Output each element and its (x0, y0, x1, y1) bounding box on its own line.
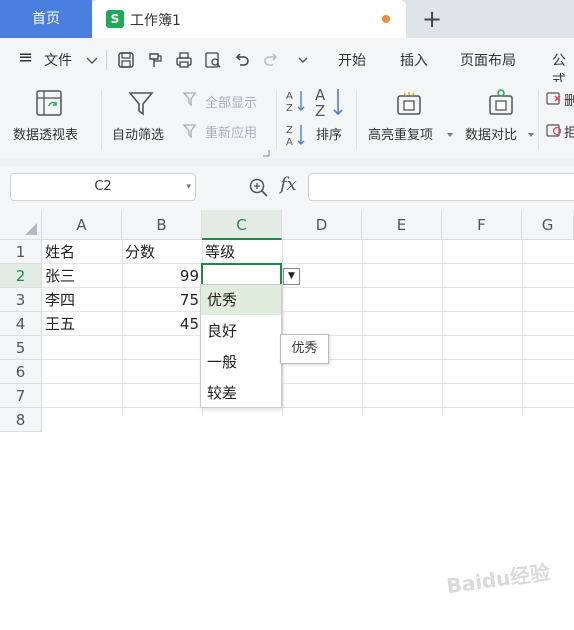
zoom-icon[interactable] (248, 177, 270, 199)
menu-divider (106, 50, 107, 70)
select-all-corner[interactable] (0, 210, 42, 240)
column-header-a[interactable]: A (42, 210, 122, 240)
column-header-d[interactable]: D (282, 210, 362, 240)
title-bar: 首页 S 工作簿1 + (0, 0, 574, 38)
data-compare-button[interactable]: 数据对比 (465, 124, 517, 143)
dropdown-option-good[interactable]: 良好 (201, 316, 281, 346)
show-all-button: 全部显示 (205, 96, 258, 111)
redo-icon[interactable] (261, 50, 281, 70)
tab-page-layout[interactable]: 页面布局 (460, 50, 516, 70)
filter-icon[interactable] (126, 88, 156, 122)
autofilter-button[interactable]: 自动筛选 (112, 124, 164, 143)
file-menu[interactable]: 文件 (44, 50, 72, 70)
menu-bar: ≡ 文件 开始 插入 页面布局 公式 (0, 38, 574, 89)
cell-b1[interactable]: 分数 (122, 240, 202, 264)
pivot-table-button[interactable]: 数据透视表 (13, 124, 78, 143)
reject-duplicates-icon[interactable] (546, 122, 562, 142)
reapply-icon (182, 122, 200, 144)
svg-text:Z: Z (286, 125, 293, 136)
customize-toolbar-icon[interactable] (293, 50, 313, 70)
tab-start[interactable]: 开始 (338, 50, 366, 70)
hover-tooltip: 优秀 (280, 334, 329, 364)
row-header-4[interactable]: 4 (0, 312, 42, 336)
chevron-down-icon[interactable] (82, 50, 102, 70)
cell-b3[interactable]: 75 (122, 288, 202, 312)
row-header-5[interactable]: 5 (0, 336, 42, 360)
sort-ascending-icon[interactable]: AZ (286, 88, 306, 118)
name-box[interactable]: C2 ▾ (10, 173, 196, 201)
pivot-table-icon[interactable] (34, 88, 64, 122)
row-header-2[interactable]: 2 (0, 264, 42, 288)
row-header-6[interactable]: 6 (0, 360, 42, 384)
data-compare-icon[interactable] (486, 88, 516, 122)
spreadsheet-icon: S (106, 10, 124, 28)
ribbon-divider (101, 90, 102, 150)
sort-icon[interactable]: AZ (314, 86, 346, 122)
highlight-duplicates-button[interactable]: 高亮重复项 (368, 124, 433, 143)
spreadsheet-grid: A B C D E F G 1 2 3 4 5 6 7 8 姓名 分数 等级 张… (0, 210, 574, 598)
undo-icon[interactable] (232, 50, 252, 70)
column-header-c[interactable]: C (202, 210, 282, 240)
dropdown-option-poor[interactable]: 较差 (201, 378, 281, 408)
ribbon-gap (0, 158, 574, 166)
cell-a4[interactable]: 王五 (42, 312, 122, 336)
cell-a3[interactable]: 李四 (42, 288, 122, 312)
svg-text:A: A (286, 91, 293, 102)
show-all-icon (182, 90, 200, 112)
reject-duplicates-button[interactable]: 拒 (564, 122, 574, 141)
dropdown-option-average[interactable]: 一般 (201, 347, 281, 377)
formula-bar: C2 ▾ fx (0, 166, 574, 210)
tab-workbook[interactable]: S 工作簿1 (92, 0, 406, 38)
print-icon[interactable] (174, 50, 194, 70)
ribbon-divider (538, 90, 539, 150)
format-painter-icon[interactable] (145, 50, 165, 70)
unsaved-indicator (382, 15, 390, 23)
ribbon-data: 数据透视表 自动筛选 全部显示 重新应用 AZ ZA AZ 排序 高亮重复项 数… (0, 82, 574, 158)
tab-insert[interactable]: 插入 (400, 50, 428, 70)
cell-c1[interactable]: 等级 (202, 240, 282, 264)
column-header-e[interactable]: E (362, 210, 442, 240)
dropdown-option-excellent[interactable]: 优秀 (201, 285, 281, 315)
save-icon[interactable] (116, 50, 136, 70)
delete-duplicates-button[interactable]: 删 (564, 90, 574, 109)
tab-home[interactable]: 首页 (0, 0, 92, 38)
chevron-down-icon[interactable] (446, 128, 454, 143)
document-title: 工作簿1 (130, 13, 181, 29)
cell-a2[interactable]: 张三 (42, 264, 122, 288)
sort-button[interactable]: 排序 (316, 124, 342, 143)
row-header-7[interactable]: 7 (0, 384, 42, 408)
new-tab-button[interactable]: + (422, 4, 442, 34)
cell-b4[interactable]: 45 (122, 312, 202, 336)
delete-duplicates-icon[interactable] (546, 90, 562, 110)
column-header-f[interactable]: F (442, 210, 522, 240)
cell-b2[interactable]: 99 (122, 264, 202, 288)
row-header-3[interactable]: 3 (0, 288, 42, 312)
svg-text:A: A (286, 137, 293, 148)
highlight-duplicates-icon[interactable] (394, 88, 424, 122)
ribbon-divider (356, 90, 357, 150)
formula-input[interactable] (308, 173, 574, 201)
watermark: Baidu经验 (444, 560, 552, 599)
reapply-button: 重新应用 (205, 126, 258, 141)
ribbon-divider (276, 90, 277, 150)
svg-text:Z: Z (315, 102, 325, 118)
svg-text:Z: Z (286, 103, 293, 114)
dropdown-arrow-button[interactable]: ▼ (283, 268, 300, 285)
insert-function-icon[interactable]: fx (280, 174, 297, 195)
validation-dropdown-list: 优秀 良好 一般 较差 (200, 284, 282, 408)
sort-descending-icon[interactable]: ZA (286, 122, 306, 152)
row-header-8[interactable]: 8 (0, 408, 42, 432)
print-preview-icon[interactable] (203, 50, 223, 70)
row-header-1[interactable]: 1 (0, 240, 42, 264)
chevron-down-icon[interactable] (527, 128, 535, 143)
chevron-down-icon[interactable]: ▾ (186, 174, 191, 200)
column-header-b[interactable]: B (122, 210, 202, 240)
hamburger-menu-icon[interactable]: ≡ (18, 47, 33, 68)
cell-a1[interactable]: 姓名 (42, 240, 122, 264)
name-box-value: C2 (94, 179, 112, 194)
column-header-g[interactable]: G (522, 210, 574, 240)
